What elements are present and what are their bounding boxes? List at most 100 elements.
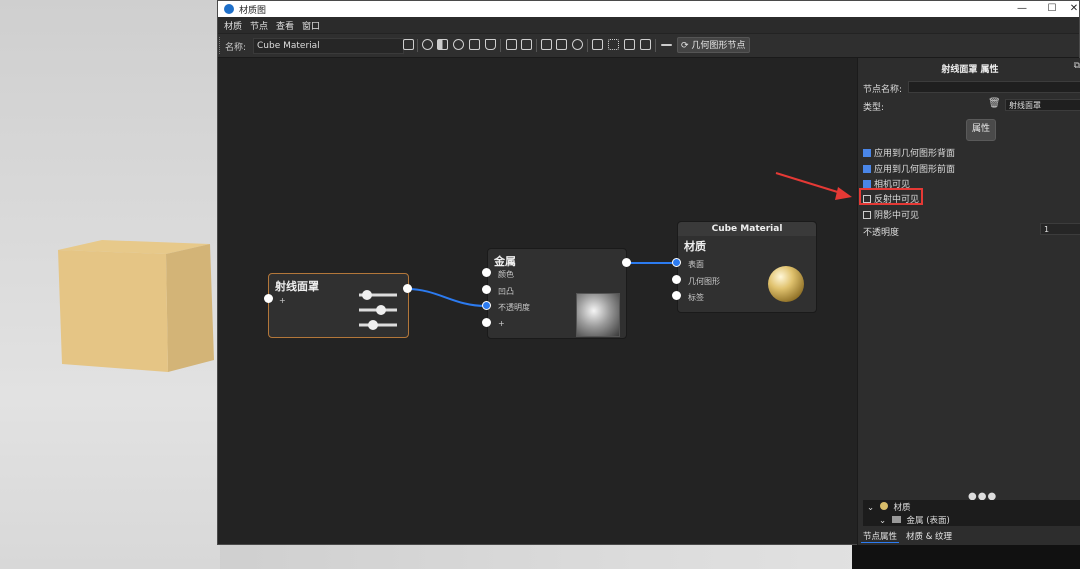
ray-mask-node[interactable]: 射线面罩 +	[268, 273, 409, 338]
sliders-icon[interactable]	[469, 39, 480, 50]
panel-float-icon[interactable]: ⧉	[1074, 61, 1080, 71]
geometry-nodes-button[interactable]: ⟳ 几何图形节点	[677, 37, 750, 53]
material-label-port[interactable]	[672, 291, 681, 300]
metal-plus-port[interactable]	[482, 318, 491, 327]
cube-material-port-label[interactable]: 标签	[688, 292, 704, 303]
chevron-down-icon[interactable]: ⌄	[879, 516, 886, 526]
metal-port-color[interactable]: 颜色	[498, 269, 514, 280]
checker-icon[interactable]	[437, 39, 448, 50]
checkbox-apply-back[interactable]: 应用到几何图形背面	[863, 146, 955, 159]
cube-preview	[58, 240, 214, 372]
cube-material-port-geometry[interactable]: 几何图形	[688, 276, 720, 287]
minimize-button[interactable]: —	[1008, 1, 1036, 17]
fit-icon[interactable]	[624, 39, 635, 50]
metal-port-bump[interactable]: 凹凸	[498, 286, 514, 297]
menu-material[interactable]: 材质	[224, 19, 242, 32]
refresh-icon: ⟳	[681, 41, 689, 51]
window-title: 材质图	[239, 5, 267, 16]
material-geometry-port[interactable]	[672, 275, 681, 284]
target-icon[interactable]	[453, 39, 464, 50]
ray-mask-output-port[interactable]	[403, 284, 412, 293]
material-graph-window: 材质图 — ☐ ✕ 材质 节点 查看 窗口 名称: Cube Material	[217, 0, 1080, 546]
texture-icon	[891, 516, 901, 523]
type-select[interactable]: 射线面罩	[1005, 99, 1080, 111]
metal-node[interactable]: 金属 颜色 凹凸 不透明度 +	[487, 248, 627, 339]
app-logo-icon	[224, 4, 234, 14]
trash-icon[interactable]: 🗑	[988, 98, 1001, 109]
metal-port-opacity[interactable]: 不透明度	[498, 302, 530, 313]
checkbox-checked-icon[interactable]	[863, 165, 871, 173]
ray-mask-input-port[interactable]	[264, 294, 273, 303]
menu-view[interactable]: 查看	[276, 19, 294, 32]
toolbar-separator	[500, 39, 501, 52]
type-label: 类型:	[863, 103, 885, 113]
attributes-panel: 射线面罩 属性 ⧉ 节点名称: 类型: 🗑 射线面罩 属性 应用到几何图形背面 …	[857, 58, 1080, 546]
nodes-icon[interactable]	[556, 39, 567, 50]
cube-material-header: Cube Material	[678, 222, 816, 236]
material-name-input[interactable]: Cube Material	[253, 38, 404, 54]
tab-material-texture[interactable]: 材质 & 纹理	[904, 530, 954, 542]
chevron-down-icon[interactable]: ⌄	[867, 503, 874, 513]
metal-port-plus[interactable]: +	[498, 319, 505, 328]
toolbar-separator	[587, 39, 588, 52]
flask-icon[interactable]	[485, 39, 496, 50]
material-sphere-icon	[879, 502, 888, 510]
checkbox-checked-icon[interactable]	[863, 180, 871, 188]
close-button[interactable]: ✕	[1067, 1, 1080, 17]
cube-material-node[interactable]: Cube Material 材质 表面 几何图形 标签	[677, 221, 817, 313]
toolbar-grip[interactable]	[219, 37, 222, 54]
opacity-input[interactable]: 1	[1040, 223, 1080, 235]
checkbox-checked-icon[interactable]	[863, 149, 871, 157]
metal-output-port[interactable]	[622, 258, 631, 267]
sphere-icon[interactable]	[422, 39, 433, 50]
sliders-icon	[359, 290, 397, 330]
cube-material-port-surface[interactable]: 表面	[688, 259, 704, 270]
node-graph-canvas[interactable]: 射线面罩 + 金属 颜色 凹凸 不透明度 + Cube Material 材质 …	[218, 58, 854, 544]
connect-icon[interactable]	[661, 44, 672, 46]
node-name-input[interactable]	[908, 81, 1080, 93]
cube-material-title: 材质	[684, 240, 706, 253]
material-sphere-preview	[768, 266, 804, 302]
trash-icon[interactable]	[521, 39, 532, 50]
copy-icon[interactable]	[506, 39, 517, 50]
center-icon[interactable]	[608, 39, 619, 50]
menu-bar: 材质 节点 查看 窗口	[218, 17, 1079, 33]
attributes-button[interactable]: 属性	[966, 119, 996, 141]
node-name-label: 节点名称:	[863, 85, 903, 95]
menu-window[interactable]: 窗口	[302, 19, 320, 32]
zoom-icon[interactable]	[640, 39, 651, 50]
layout-icon[interactable]	[592, 39, 603, 50]
panel-title: 射线面罩 属性	[941, 65, 999, 75]
toolbar-separator	[536, 39, 537, 52]
panel-tabs: 节点属性 材质 & 纹理	[858, 530, 1080, 544]
texture-icon[interactable]	[572, 39, 583, 50]
toolbar-separator	[417, 39, 418, 52]
tree-item-material[interactable]: ⌄ 材质	[867, 501, 911, 513]
toolbar-separator	[655, 39, 656, 52]
toolbar: 名称: Cube Material ⟳ 几何图形节点	[218, 34, 1079, 58]
menu-node[interactable]: 节点	[250, 19, 268, 32]
ray-mask-plus[interactable]: +	[279, 296, 286, 305]
opacity-label: 不透明度	[863, 228, 900, 238]
tree-item-metal[interactable]: ⌄ 金属 (表面)	[879, 514, 950, 526]
annotation-highlight-box	[859, 188, 923, 205]
material-tree: ⌄ 材质 ⌄ 金属 (表面)	[863, 500, 1080, 526]
metal-opacity-port[interactable]	[482, 301, 491, 310]
geometry-nodes-label: 几何图形节点	[691, 41, 746, 51]
checkbox-unchecked-icon[interactable]	[863, 211, 871, 219]
material-surface-port[interactable]	[672, 258, 681, 267]
metal-title: 金属	[494, 255, 516, 268]
metal-bump-port[interactable]	[482, 285, 491, 294]
tab-node-properties[interactable]: 节点属性	[861, 530, 900, 543]
checkbox-shadow-visible[interactable]: 阴影中可见	[863, 208, 919, 221]
metal-texture-preview	[576, 293, 620, 337]
grid-icon[interactable]	[541, 39, 552, 50]
bottom-panel-strip	[852, 545, 1080, 569]
save-icon[interactable]	[403, 39, 414, 50]
metal-color-port[interactable]	[482, 268, 491, 277]
title-bar: 材质图 — ☐ ✕	[218, 1, 1079, 17]
annotation-arrow	[775, 172, 852, 200]
maximize-button[interactable]: ☐	[1038, 1, 1066, 17]
checkbox-apply-front[interactable]: 应用到几何图形前面	[863, 162, 955, 175]
name-label: 名称:	[225, 43, 247, 53]
